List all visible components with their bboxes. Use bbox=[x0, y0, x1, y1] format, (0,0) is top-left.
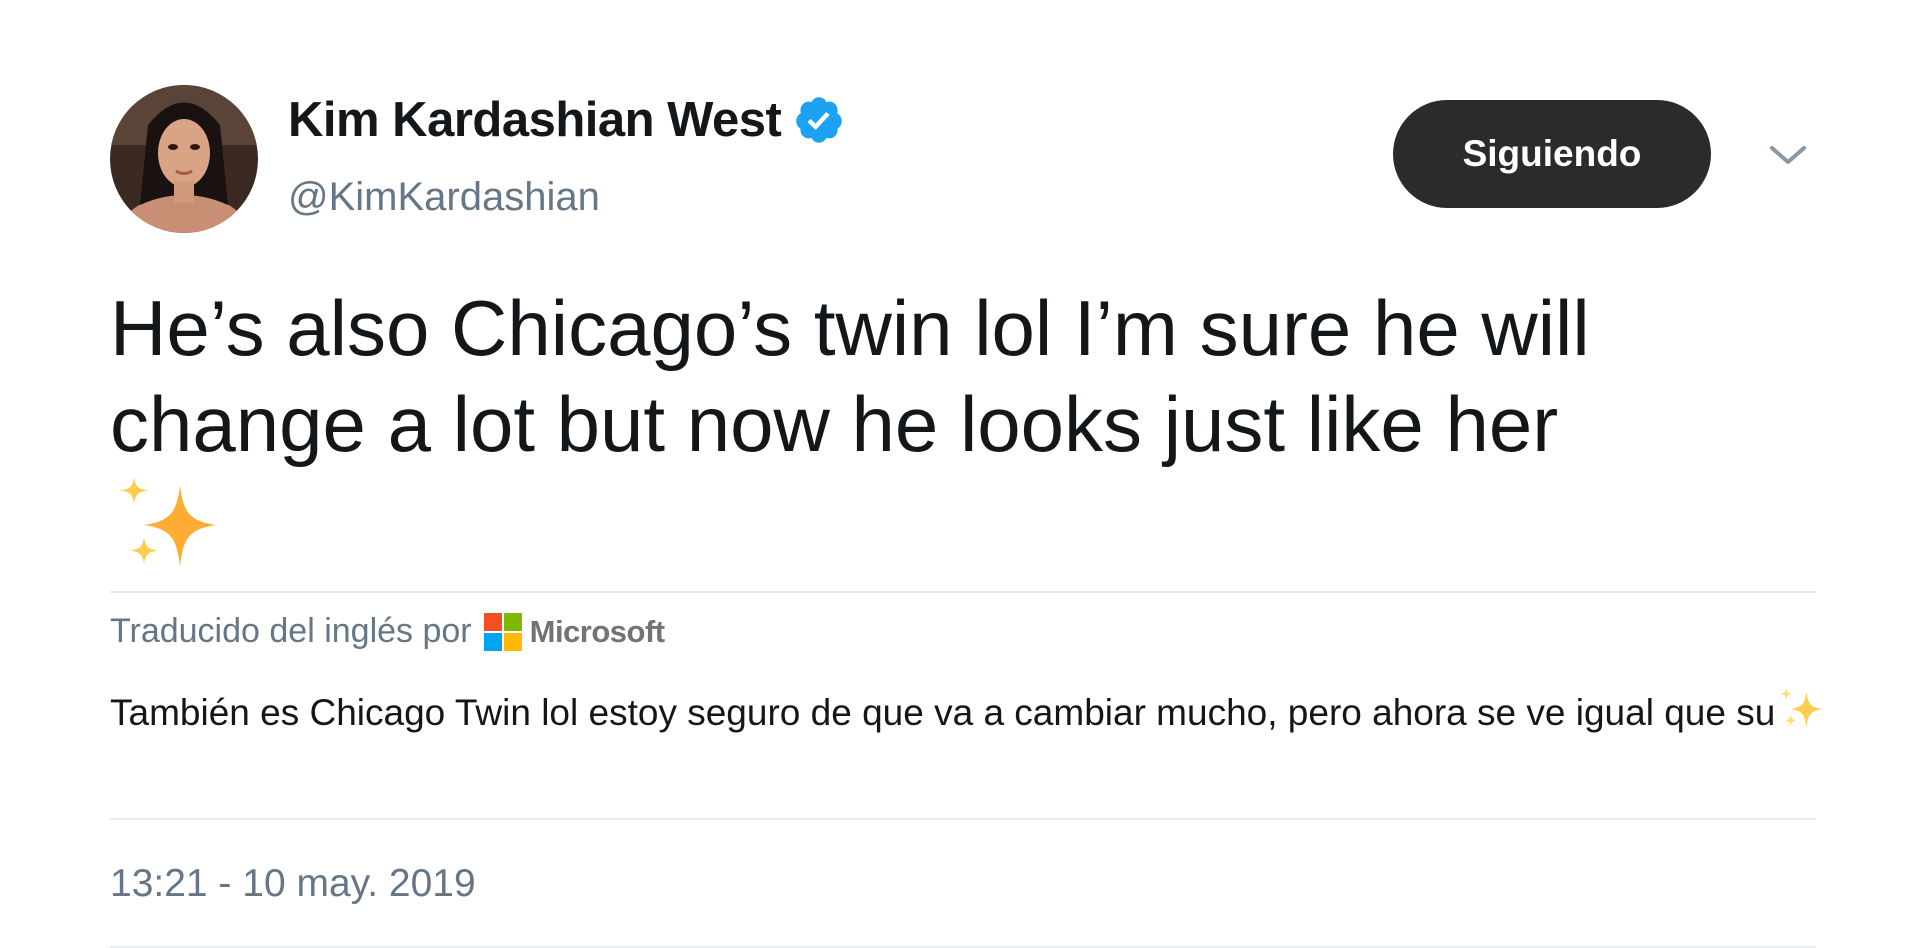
translation-attribution-label: Traducido del inglés por bbox=[110, 612, 472, 650]
author-name-row: Kim Kardashian West bbox=[288, 92, 845, 148]
profile-photo-icon bbox=[110, 85, 258, 233]
tweet-timestamp[interactable]: 13:21 - 10 may. 2019 bbox=[110, 862, 476, 906]
divider bbox=[110, 591, 1816, 593]
microsoft-logo-icon bbox=[483, 612, 522, 651]
avatar[interactable] bbox=[110, 85, 258, 233]
translation-attribution: Traducido del inglés por Microsoft bbox=[110, 612, 665, 651]
following-button[interactable]: Siguiendo bbox=[1393, 100, 1711, 208]
author-handle[interactable]: @KimKardashian bbox=[288, 175, 600, 220]
author-display-name[interactable]: Kim Kardashian West bbox=[288, 92, 782, 148]
sparkles-icon bbox=[1779, 687, 1825, 733]
tweet-text: He’s also Chicago’s twin lol I’m sure he… bbox=[110, 284, 1590, 468]
tweet-card: Kim Kardashian West @KimKardashian Sigui… bbox=[0, 0, 1920, 948]
translated-text: También es Chicago Twin lol estoy seguro… bbox=[110, 682, 1830, 744]
sparkles-icon bbox=[118, 475, 222, 579]
divider bbox=[110, 818, 1816, 820]
translated-text-body: También es Chicago Twin lol estoy seguro… bbox=[110, 692, 1776, 733]
chevron-down-icon[interactable] bbox=[1766, 140, 1810, 170]
verified-badge-icon bbox=[793, 94, 845, 146]
translation-provider[interactable]: Microsoft bbox=[530, 614, 666, 650]
